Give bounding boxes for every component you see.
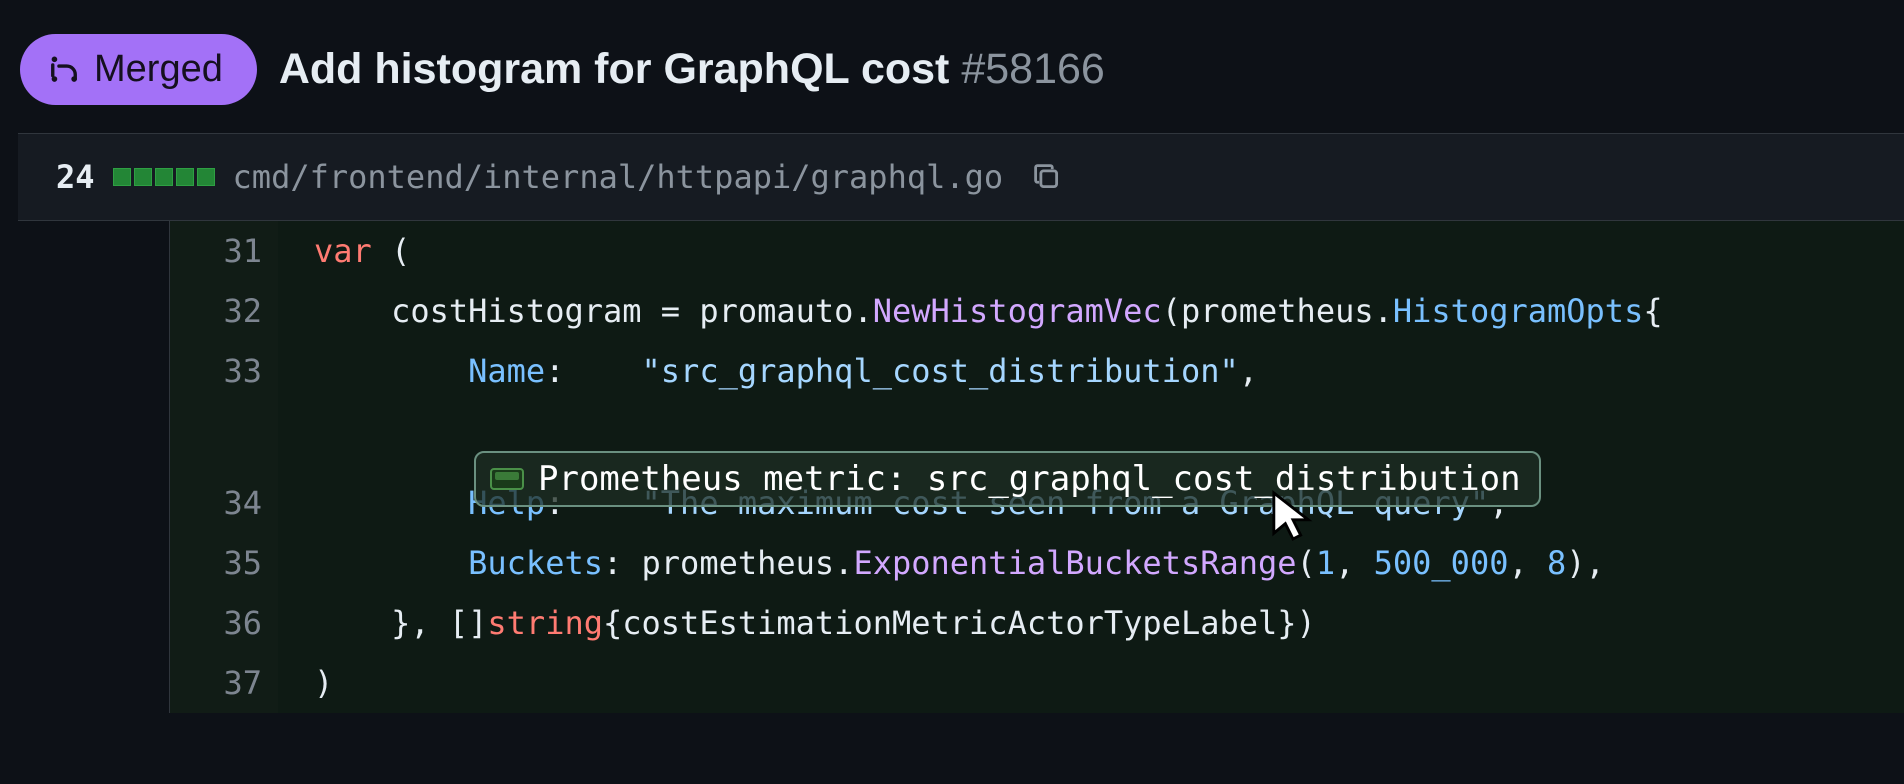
code-line[interactable]: costHistogram = promauto.NewHistogramVec…: [278, 281, 1904, 341]
pr-header: Merged Add histogram for GraphQL cost #5…: [0, 0, 1904, 133]
diff-squares: [113, 168, 215, 186]
code-column: var ( costHistogram = promauto.NewHistog…: [278, 221, 1904, 713]
line-number[interactable]: 36: [170, 593, 262, 653]
diff-area: 31 32 33 34 35 36 37 var ( costHistogram…: [18, 221, 1904, 713]
git-merge-icon: [46, 52, 82, 88]
merged-badge-label: Merged: [94, 48, 223, 91]
tooltip-text: Prometheus metric: src_graphql_cost_dist…: [538, 459, 1521, 499]
code-line[interactable]: ): [278, 653, 1904, 713]
line-number[interactable]: 35: [170, 533, 262, 593]
pr-number: #58166: [961, 45, 1105, 93]
file-header[interactable]: 24 cmd/frontend/internal/httpapi/graphql…: [18, 133, 1904, 221]
pr-title-wrap: Add histogram for GraphQL cost #58166: [279, 45, 1105, 94]
line-number[interactable]: 32: [170, 281, 262, 341]
gutter-row: [18, 401, 169, 473]
change-count: 24: [56, 158, 95, 196]
gutter-old: [18, 221, 170, 713]
gutter-row: [170, 401, 262, 473]
gutter-row: [18, 221, 169, 281]
diff-square: [176, 168, 194, 186]
code-line[interactable]: Buckets: prometheus.ExponentialBucketsRa…: [278, 533, 1904, 593]
gutter-row: [18, 281, 169, 341]
line-number[interactable]: 33: [170, 341, 262, 401]
copy-icon[interactable]: [1033, 163, 1061, 191]
code-line[interactable]: Name: "src_graphql_cost_distribution",: [278, 341, 1904, 401]
file-path[interactable]: cmd/frontend/internal/httpapi/graphql.go: [233, 158, 1004, 196]
gutter-row: [18, 473, 169, 533]
hover-tooltip[interactable]: Prometheus metric: src_graphql_cost_dist…: [474, 451, 1541, 507]
line-number[interactable]: 31: [170, 221, 262, 281]
diff-square: [155, 168, 173, 186]
gutter-row: [18, 593, 169, 653]
code-line[interactable]: }, []string{costEstimationMetricActorTyp…: [278, 593, 1904, 653]
gutter-row: [18, 533, 169, 593]
merged-badge: Merged: [20, 34, 257, 105]
line-number[interactable]: 37: [170, 653, 262, 713]
diff-square: [113, 168, 131, 186]
diff-square: [134, 168, 152, 186]
pr-title: Add histogram for GraphQL cost: [279, 45, 961, 93]
code-line[interactable]: var (: [278, 221, 1904, 281]
gutter-row: [18, 653, 169, 713]
gutter-new: 31 32 33 34 35 36 37: [170, 221, 278, 713]
line-number[interactable]: 34: [170, 473, 262, 533]
gutter-row: [18, 341, 169, 401]
diff-square: [197, 168, 215, 186]
prometheus-icon: [490, 468, 524, 490]
